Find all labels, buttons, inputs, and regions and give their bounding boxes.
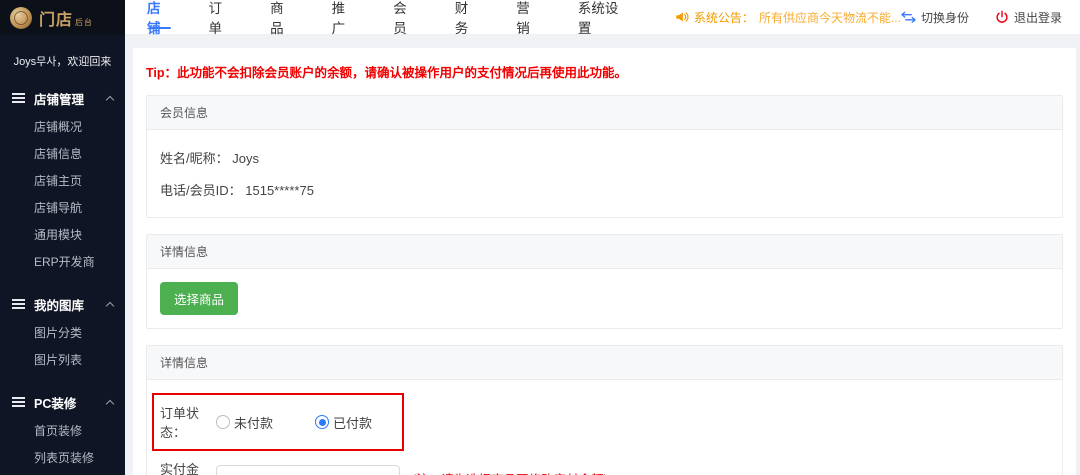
- tab-store[interactable]: 店铺: [147, 0, 173, 34]
- logout-label: 退出登录: [1014, 9, 1062, 26]
- sidebar-item-store-info[interactable]: 店铺信息: [0, 140, 125, 167]
- content-card: Tip：此功能不会扣除会员账户的余额，请确认被操作用户的支付情况后再使用此功能。…: [133, 48, 1076, 475]
- amount-row: 实付金额： (注：请先选择商品再修改实付金额): [160, 459, 1049, 475]
- sidebar-item-home-decoration[interactable]: 首页装修: [0, 417, 125, 444]
- tab-products[interactable]: 商品: [270, 0, 296, 34]
- member-name-line: 姓名/昵称： Joys: [160, 148, 1049, 167]
- brand-title: 门店 后台: [39, 6, 93, 30]
- logout-button[interactable]: 退出登录: [995, 9, 1062, 26]
- sidebar-item-erp-developer[interactable]: ERP开发商: [0, 248, 125, 275]
- sidebar: Joys무사，欢迎回来 店铺管理 店铺概况 店铺信息 店铺主页 店铺导航 通用模…: [0, 35, 125, 475]
- select-product-button[interactable]: 选择商品: [160, 282, 238, 315]
- order-detail-body: 订单状态： 未付款 已付款 实付金额： (注：请先选择商品再: [147, 380, 1062, 475]
- list-icon: [12, 93, 25, 104]
- tab-members[interactable]: 会员: [393, 0, 419, 34]
- sidebar-item-store-overview[interactable]: 店铺概况: [0, 113, 125, 140]
- member-info-body: 姓名/昵称： Joys 电话/会员ID： 1515*****75: [147, 130, 1062, 217]
- header-actions: 切换身份 退出登录: [901, 0, 1080, 34]
- tab-orders[interactable]: 订单: [209, 0, 235, 34]
- member-id-label: 电话/会员ID：: [160, 183, 242, 198]
- order-detail-section: 详情信息 订单状态： 未付款 已付款 实付金: [146, 345, 1063, 475]
- amount-input[interactable]: [216, 465, 400, 475]
- list-icon: [12, 299, 25, 310]
- order-status-highlight-box: 订单状态： 未付款 已付款: [152, 393, 404, 451]
- tab-promotion[interactable]: 推广: [332, 0, 358, 34]
- user-greeting: Joys무사，欢迎回来: [0, 47, 125, 83]
- member-id-value: 1515*****75: [245, 183, 314, 198]
- tab-settings[interactable]: 系统设置: [578, 0, 629, 34]
- amount-note: (注：请先选择商品再修改实付金额): [412, 469, 608, 475]
- main-content: Tip：此功能不会扣除会员账户的余额，请确认被操作用户的支付情况后再使用此功能。…: [125, 35, 1080, 475]
- chevron-up-icon: [106, 399, 114, 407]
- sidebar-group-head-my-gallery[interactable]: 我的图库: [0, 289, 125, 319]
- sidebar-item-image-list[interactable]: 图片列表: [0, 346, 125, 373]
- switch-identity-button[interactable]: 切换身份: [901, 9, 969, 26]
- sidebar-item-store-homepage[interactable]: 店铺主页: [0, 167, 125, 194]
- member-name-value: Joys: [232, 151, 259, 166]
- tab-marketing[interactable]: 营销: [516, 0, 542, 34]
- sidebar-item-common-modules[interactable]: 通用模块: [0, 221, 125, 248]
- power-icon: [995, 10, 1009, 24]
- sidebar-group-head-pc-decoration[interactable]: PC装修: [0, 387, 125, 417]
- sidebar-item-list-page-decoration[interactable]: 列表页装修: [0, 444, 125, 471]
- logo: 门店 后台: [0, 0, 125, 35]
- sidebar-group-label: PC装修: [34, 393, 107, 412]
- main-nav: 店铺 订单 商品 推广 会员 财务 营销 系统设置 系统公告： 所有供应商今天物…: [125, 0, 1080, 35]
- sidebar-group-pc-decoration: PC装修 首页装修 列表页装修: [0, 387, 125, 471]
- tab-finance[interactable]: 财务: [455, 0, 481, 34]
- member-info-header: 会员信息: [147, 96, 1062, 130]
- swap-arrows-icon: [901, 11, 916, 23]
- tip-message: Tip：此功能不会扣除会员账户的余额，请确认被操作用户的支付情况后再使用此功能。: [146, 62, 1063, 81]
- radio-circle-paid[interactable]: [315, 415, 329, 429]
- radio-unpaid-label: 未付款: [234, 413, 273, 432]
- member-info-section: 会员信息 姓名/昵称： Joys 电话/会员ID： 1515*****75: [146, 95, 1063, 218]
- announcement-text: 所有供应商今天物流不能...: [759, 9, 901, 26]
- sidebar-item-store-navigation[interactable]: 店铺导航: [0, 194, 125, 221]
- sidebar-group-head-store-management[interactable]: 店铺管理: [0, 83, 125, 113]
- chevron-up-icon: [106, 95, 114, 103]
- radio-paid[interactable]: 已付款: [315, 413, 372, 432]
- radio-paid-label: 已付款: [333, 413, 372, 432]
- product-select-section: 详情信息 选择商品: [146, 234, 1063, 329]
- member-id-line: 电话/会员ID： 1515*****75: [160, 180, 1049, 199]
- brand-title-text: 门店: [39, 6, 73, 30]
- brand-logo-icon: [10, 7, 32, 29]
- product-select-body: 选择商品: [147, 269, 1062, 328]
- amount-label: 实付金额：: [160, 459, 216, 475]
- system-announcement[interactable]: 系统公告： 所有供应商今天物流不能...: [675, 0, 901, 34]
- top-bar: 门店 后台 店铺 订单 商品 推广 会员 财务 营销 系统设置 系统公告： 所有…: [0, 0, 1080, 35]
- sidebar-group-store-management: 店铺管理 店铺概况 店铺信息 店铺主页 店铺导航 通用模块 ERP开发商: [0, 83, 125, 275]
- list-icon: [12, 397, 25, 408]
- radio-unpaid[interactable]: 未付款: [216, 413, 273, 432]
- brand-subtitle: 后台: [75, 17, 93, 30]
- member-name-label: 姓名/昵称：: [160, 151, 229, 166]
- product-select-header: 详情信息: [147, 235, 1062, 269]
- order-detail-header: 详情信息: [147, 346, 1062, 380]
- switch-identity-label: 切换身份: [921, 9, 969, 26]
- sidebar-group-label: 我的图库: [34, 295, 107, 314]
- speaker-icon: [675, 10, 689, 24]
- order-status-label: 订单状态：: [160, 403, 216, 441]
- sidebar-item-image-categories[interactable]: 图片分类: [0, 319, 125, 346]
- announcement-label: 系统公告：: [694, 9, 754, 26]
- chevron-up-icon: [106, 301, 114, 309]
- sidebar-group-label: 店铺管理: [34, 89, 107, 108]
- sidebar-group-my-gallery: 我的图库 图片分类 图片列表: [0, 289, 125, 373]
- radio-circle-unpaid[interactable]: [216, 415, 230, 429]
